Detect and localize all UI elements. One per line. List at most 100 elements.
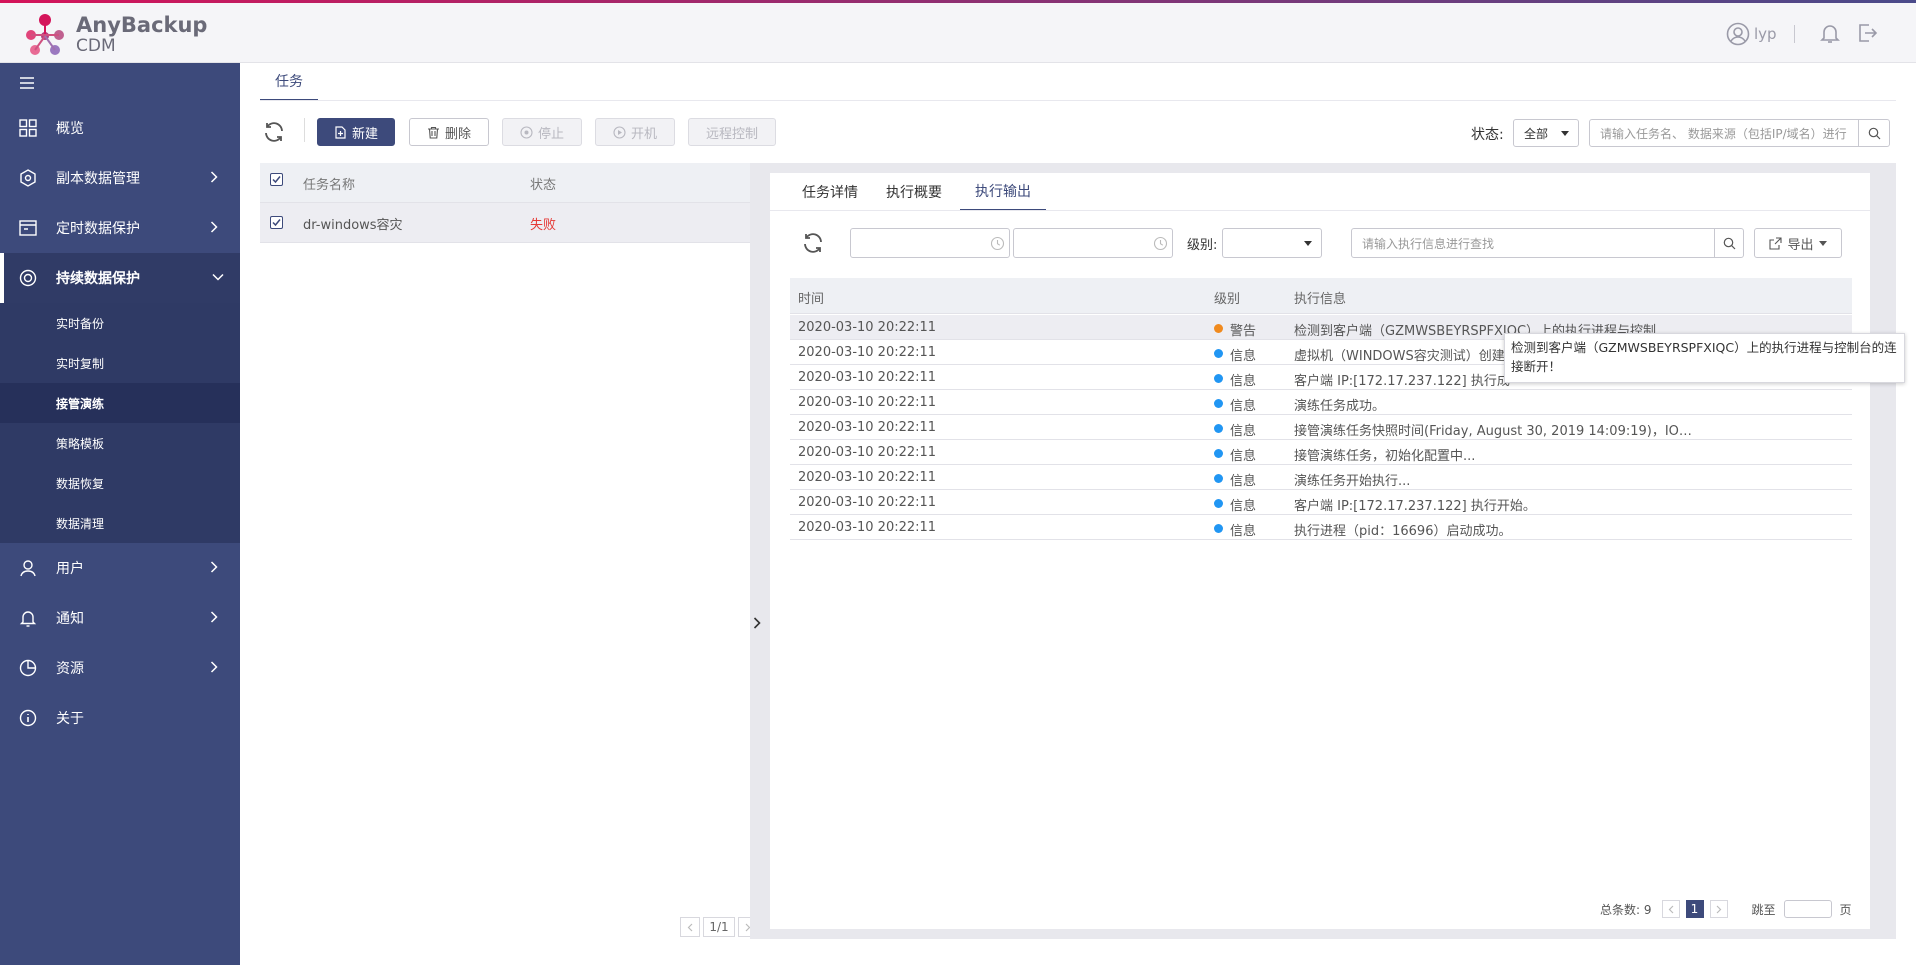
output-pager: 总条数: 9 1 跳至 页 [1600, 900, 1852, 918]
clock-icon [990, 236, 1005, 251]
output-row[interactable]: 2020-03-10 20:22:11 信息 执行进程（pid：16696）启动成功… [790, 515, 1852, 540]
start-time-picker[interactable] [850, 228, 1010, 258]
submenu-item-data-cleanup[interactable]: 数据清理 [0, 503, 240, 543]
page-unit-label: 页 [1839, 902, 1852, 917]
chevron-right-icon [210, 611, 218, 623]
page-indicator: 1/1 [703, 917, 735, 937]
play-icon [613, 125, 626, 139]
sidebar-item-label: 关于 [56, 711, 84, 727]
tab-tasks[interactable]: 任务 [260, 63, 318, 101]
next-page-button[interactable] [1709, 900, 1728, 918]
prev-page-button[interactable] [680, 917, 700, 937]
output-row[interactable]: 2020-03-10 20:22:11 信息 演练任务成功。 [790, 390, 1852, 415]
brand-subtitle: CDM [76, 36, 116, 56]
task-list-pager: 1/1 [680, 917, 758, 937]
output-row[interactable]: 2020-03-10 20:22:11 信息 接管演练任务快照时间(Friday, … [790, 415, 1852, 440]
task-row[interactable]: dr-windows容灾 失败 [260, 203, 750, 243]
remote-control-button[interactable]: 远程控制 [688, 118, 776, 146]
hamburger-menu-icon[interactable] [20, 77, 34, 89]
goto-page-input[interactable] [1783, 900, 1832, 918]
export-button[interactable]: 导出 [1754, 228, 1842, 258]
submenu-item-data-recovery[interactable]: 数据恢复 [0, 463, 240, 503]
prev-page-button[interactable] [1661, 900, 1680, 918]
select-all-checkbox[interactable] [270, 173, 283, 186]
logout-icon[interactable] [1855, 21, 1879, 45]
output-row[interactable]: 2020-03-10 20:22:11 信息 客户端 IP:[172.17.237.… [790, 490, 1852, 515]
sidebar-item-notifications[interactable]: 通知 [0, 593, 240, 643]
chevron-right-icon [210, 171, 218, 183]
level-filter-label: 级别: [1187, 238, 1218, 253]
pie-chart-icon [19, 659, 37, 677]
tab-execution-summary[interactable]: 执行概要 [874, 173, 954, 211]
refresh-icon[interactable] [262, 120, 286, 144]
output-row[interactable]: 2020-03-10 20:22:11 信息 演练任务开始执行... [790, 465, 1852, 490]
tab-execution-output[interactable]: 执行输出 [960, 173, 1046, 211]
execution-search-button[interactable] [1714, 228, 1744, 258]
stop-label: 停止 [537, 126, 564, 142]
row-time: 2020-03-10 20:22:11 [798, 445, 937, 460]
status-filter-value: 全部 [1524, 126, 1549, 141]
info-dot-icon [1214, 424, 1223, 433]
info-dot-icon [1214, 399, 1223, 408]
row-time: 2020-03-10 20:22:11 [798, 370, 937, 385]
collapse-panel-toggle[interactable] [750, 613, 764, 633]
row-level: 信息 [1230, 349, 1257, 364]
sidebar-item-copy-data[interactable]: 副本数据管理 [0, 153, 240, 203]
task-list-header: 任务名称 状态 [260, 163, 750, 203]
info-dot-icon [1214, 474, 1223, 483]
sidebar-item-scheduled-protect[interactable]: 定时数据保护 [0, 203, 240, 253]
total-count: 总条数: 9 [1600, 902, 1652, 917]
task-name: dr-windows容灾 [303, 218, 403, 233]
sidebar-item-resources[interactable]: 资源 [0, 643, 240, 693]
output-row[interactable]: 2020-03-10 20:22:11 信息 接管演练任务，初始化配置中... [790, 440, 1852, 465]
task-detail-panel: 任务详情 执行概要 执行输出 级别: 请输入执行信息进行查找 导出 时间 级别 … [770, 173, 1870, 929]
delete-button[interactable]: 删除 [409, 118, 489, 146]
submenu-item-realtime-backup[interactable]: 实时备份 [0, 303, 240, 343]
submenu-item-takeover-drill[interactable]: 接管演练 [0, 383, 240, 423]
warning-dot-icon [1214, 324, 1223, 333]
chevron-right-icon [1716, 905, 1721, 913]
level-filter-select[interactable] [1222, 228, 1322, 258]
execution-search-input[interactable]: 请输入执行信息进行查找 [1351, 228, 1715, 258]
refresh-icon[interactable] [801, 231, 825, 255]
row-level: 信息 [1230, 524, 1257, 539]
sidebar-item-label: 概览 [56, 121, 84, 137]
caret-down-icon [1818, 240, 1827, 246]
row-level: 信息 [1230, 424, 1257, 439]
submenu-item-realtime-replication[interactable]: 实时复制 [0, 343, 240, 383]
col-level: 级别 [1214, 292, 1241, 307]
info-dot-icon [1214, 449, 1223, 458]
new-task-button[interactable]: 新建 [317, 118, 395, 146]
end-time-picker[interactable] [1013, 228, 1173, 258]
sidebar-item-users[interactable]: 用户 [0, 543, 240, 593]
row-level: 警告 [1230, 324, 1257, 339]
task-search-button[interactable] [1858, 119, 1890, 147]
row-info: 演练任务开始执行... [1294, 474, 1411, 489]
user-menu[interactable]: lyp [1726, 22, 1777, 46]
bell-icon [19, 611, 37, 627]
sidebar-item-overview[interactable]: 概览 [0, 103, 240, 153]
row-info: 执行进程（pid：16696）启动成功。 [1294, 524, 1512, 539]
row-level: 信息 [1230, 474, 1257, 489]
status-filter-select[interactable]: 全部 [1513, 119, 1579, 147]
row-time: 2020-03-10 20:22:11 [798, 470, 937, 485]
row-level: 信息 [1230, 449, 1257, 464]
current-page-button[interactable]: 1 [1685, 900, 1704, 918]
chevron-left-icon [1668, 905, 1673, 913]
bell-icon[interactable] [1818, 21, 1842, 45]
stop-button[interactable]: 停止 [502, 118, 582, 146]
sidebar-item-continuous-protect[interactable]: 持续数据保护 [0, 253, 240, 303]
tab-task-details[interactable]: 任务详情 [790, 173, 870, 211]
task-row-checkbox[interactable] [270, 216, 283, 229]
sidebar-item-label: 定时数据保护 [56, 221, 140, 237]
row-time: 2020-03-10 20:22:11 [798, 345, 937, 360]
submenu-item-policy-template[interactable]: 策略模板 [0, 423, 240, 463]
power-on-button[interactable]: 开机 [595, 118, 675, 146]
task-search-input[interactable]: 请输入任务名、 数据来源（包括IP/域名）进行 [1589, 119, 1859, 147]
sidebar-item-label: 副本数据管理 [56, 171, 140, 187]
sidebar-item-about[interactable]: 关于 [0, 693, 240, 743]
info-icon [19, 709, 37, 727]
task-detail-wrapper: 任务详情 执行概要 执行输出 级别: 请输入执行信息进行查找 导出 时间 级别 … [750, 163, 1896, 939]
col-time: 时间 [798, 292, 825, 307]
toolbar-divider [304, 118, 305, 142]
